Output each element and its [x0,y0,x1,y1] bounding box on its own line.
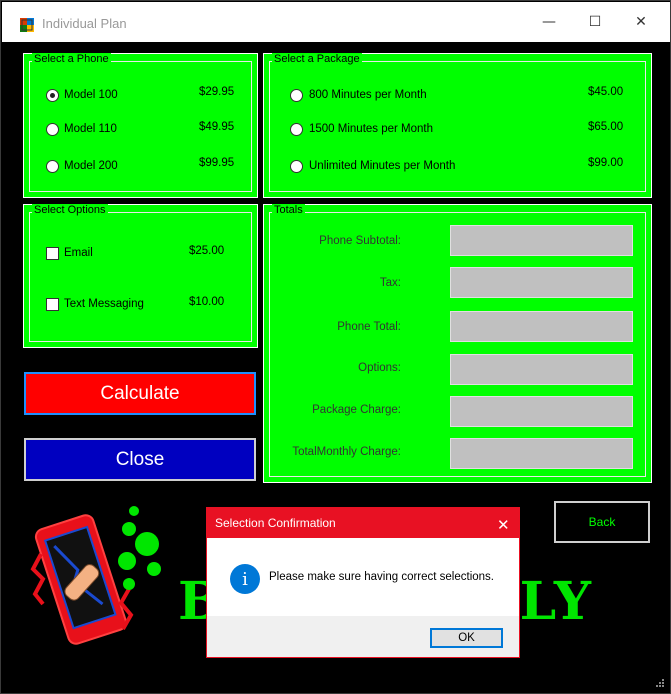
radio-model-110[interactable] [46,123,59,136]
package-option-label[interactable]: Unlimited Minutes per Month [309,160,455,172]
ok-button[interactable]: OK [430,628,503,648]
close-window-button[interactable]: ✕ [618,2,664,42]
close-icon: ✕ [497,517,510,534]
minimize-button[interactable]: — [526,2,572,42]
dialog-title: Selection Confirmation [215,516,336,530]
calculate-button[interactable]: Calculate [24,372,256,415]
maximize-button[interactable]: ☐ [572,2,618,42]
back-button[interactable]: Back [554,501,650,543]
package-group-title: Select a Package [272,53,362,65]
resize-grip-icon[interactable] [656,679,664,687]
phone-option-price: $49.95 [199,121,235,133]
radio-800-minutes[interactable] [290,89,303,102]
broken-phone-graphic [30,506,161,645]
package-option-price: $45.00 [588,86,624,98]
package-option-label[interactable]: 1500 Minutes per Month [309,123,433,135]
package-group: Select a Package 800 Minutes per Month $… [263,53,652,198]
totals-group: Totals Phone Subtotal: Tax: Phone Total:… [263,204,652,483]
phone-total-field [450,311,633,342]
tax-field [450,267,633,298]
phone-option-label[interactable]: Model 100 [64,89,118,101]
phone-option-price: $99.95 [199,157,235,169]
title-bar[interactable]: Individual Plan — ☐ ✕ [2,2,670,42]
option-label[interactable]: Email [64,247,93,259]
total-monthly-charge-field [450,438,633,469]
phone-group-title: Select a Phone [32,53,111,65]
phone-option-price: $29.95 [199,86,235,98]
app-icon [20,18,34,32]
phone-option-label[interactable]: Model 110 [64,123,117,135]
phone-option-label[interactable]: Model 200 [64,160,118,172]
radio-selected-dot [50,93,55,98]
checkbox-email[interactable] [46,247,59,260]
package-option-label[interactable]: 800 Minutes per Month [309,89,427,101]
radio-unlimited-minutes[interactable] [290,160,303,173]
total-monthly-charge-label: TotalMonthly Charge: [292,446,401,458]
phone-subtotal-field [450,225,633,256]
radio-model-100[interactable] [46,89,59,102]
option-price: $10.00 [189,296,225,308]
option-price: $25.00 [189,245,225,257]
tax-label: Tax: [379,277,401,289]
window-title: Individual Plan [42,16,127,31]
option-label[interactable]: Text Messaging [64,298,144,310]
selection-confirmation-dialog: Selection Confirmation ✕ i Please make s… [206,507,520,658]
close-button[interactable]: Close [24,438,256,481]
options-group-title: Select Options [32,204,108,216]
options-group: Select Options Email $25.00 Text Messagi… [23,204,258,348]
package-option-price: $65.00 [588,121,624,133]
phone-group: Select a Phone Model 100 $29.95 Model 11… [23,53,258,198]
info-icon: i [230,564,260,594]
options-label: Options: [358,362,401,374]
package-charge-field [450,396,633,427]
radio-model-200[interactable] [46,160,59,173]
maximize-icon: ☐ [588,14,602,30]
checkbox-text-messaging[interactable] [46,298,59,311]
dialog-title-bar[interactable]: Selection Confirmation ✕ [207,508,519,538]
radio-1500-minutes[interactable] [290,123,303,136]
minimize-icon: — [542,14,556,30]
dialog-message: Please make sure having correct selectio… [269,571,494,583]
phone-subtotal-label: Phone Subtotal: [319,235,401,247]
package-option-price: $99.00 [588,157,624,169]
close-icon: ✕ [635,14,647,30]
phone-total-label: Phone Total: [337,321,401,333]
options-field [450,354,633,385]
totals-group-title: Totals [272,204,305,216]
package-charge-label: Package Charge: [312,404,401,416]
dialog-close-button[interactable]: ✕ [489,508,519,538]
dialog-footer: OK [207,616,519,657]
main-window: Individual Plan — ☐ ✕ Select a Phone Mod… [0,0,671,694]
